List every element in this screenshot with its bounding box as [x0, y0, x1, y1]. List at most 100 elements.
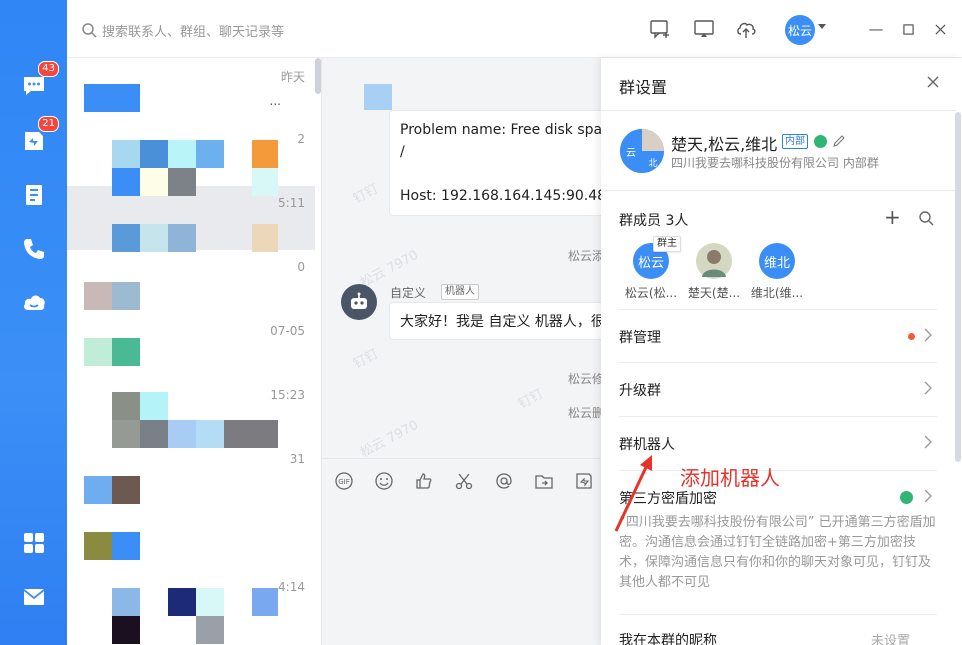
mail-icon: [23, 589, 45, 605]
scrollbar[interactable]: [955, 112, 961, 462]
member[interactable]: 维北 维北(维...: [745, 243, 809, 301]
panel-title: 群设置: [619, 78, 668, 97]
system-message: 松云删: [568, 406, 602, 420]
gif-icon[interactable]: GIF: [334, 471, 354, 491]
annotation-text: 添加机器人: [680, 466, 780, 490]
list-item[interactable]: 07-05: [67, 314, 315, 378]
cloud-upload-icon[interactable]: [735, 18, 757, 40]
list-item[interactable]: 昨天 ...: [67, 58, 315, 122]
list-item[interactable]: 4:14: [67, 570, 315, 644]
maximize-button[interactable]: [899, 20, 917, 38]
svg-text:GIF: GIF: [338, 478, 350, 486]
close-icon: [934, 23, 946, 35]
member-name: 维北(维...: [750, 286, 804, 300]
phone-icon: [24, 239, 44, 259]
conv-time: 0: [297, 260, 305, 274]
messages-badge: 43: [38, 61, 59, 77]
robot-message[interactable]: 大家好！我是 自定义 机器人，很: [389, 302, 602, 340]
list-item[interactable]: 15:23: [67, 378, 315, 448]
watermark: 钉钉: [350, 181, 381, 207]
watermark: 钉钉: [515, 386, 546, 412]
chevron-right-icon: [924, 435, 932, 449]
user-avatar[interactable]: 松云: [785, 15, 815, 45]
workbench-icon: [26, 185, 42, 205]
left-rail: 43 21: [0, 0, 67, 645]
row-label: 群管理: [619, 330, 661, 346]
divider: [601, 190, 956, 191]
message-line: Host: 192.168.164.145:90.48 %: [400, 188, 602, 204]
chevron-right-icon: [924, 381, 932, 395]
sender-avatar: [364, 84, 392, 110]
rail-apps-button[interactable]: [17, 526, 51, 560]
conv-time: 5:11: [278, 196, 305, 210]
scrollbar[interactable]: [315, 58, 321, 94]
conv-time: 15:23: [270, 388, 305, 402]
cloud-icon: [24, 295, 45, 310]
rail-workbench-button[interactable]: [17, 178, 51, 212]
member[interactable]: 楚天(楚...: [682, 243, 746, 301]
conv-preview: ...: [269, 94, 281, 108]
system-message: 松云添: [568, 249, 602, 263]
divider: [619, 614, 937, 615]
top-bar: 搜索联系人、群组、聊天记录等 松云 —: [67, 0, 962, 58]
upgrade-group-row[interactable]: 升级群: [619, 363, 937, 415]
chat-area: 钉钉 松云 7970 钉钉 松云 7970 钉钉 Problem name: F…: [322, 58, 602, 645]
scissors-icon[interactable]: [454, 471, 474, 491]
nickname-value[interactable]: 未设置: [871, 630, 910, 645]
search-box[interactable]: 搜索联系人、群组、聊天记录等: [81, 19, 321, 41]
list-item[interactable]: [67, 506, 315, 570]
rail-mail-button[interactable]: [17, 580, 51, 614]
list-item[interactable]: 5:11: [67, 168, 315, 252]
divider: [601, 110, 956, 111]
message-line: /: [400, 144, 405, 160]
watermark: 松云 7970: [358, 417, 421, 461]
close-button[interactable]: [931, 20, 949, 38]
group-manage-row[interactable]: 群管理: [619, 310, 937, 362]
rail-cloud-button[interactable]: [17, 286, 51, 320]
search-icon[interactable]: [918, 210, 934, 226]
folder-send-icon[interactable]: [534, 471, 554, 491]
ding-badge: 21: [38, 116, 59, 132]
avatar: [696, 243, 732, 279]
message-input[interactable]: [322, 502, 602, 645]
list-item[interactable]: 0: [67, 250, 315, 314]
watermark: 钉钉: [350, 346, 381, 372]
search-placeholder: 搜索联系人、群组、聊天记录等: [102, 24, 285, 40]
notification-dot: [908, 333, 915, 340]
rail-phone-button[interactable]: [17, 232, 51, 266]
rail-ding-button[interactable]: 21: [17, 116, 59, 158]
ding-send-icon[interactable]: [574, 471, 594, 491]
chevron-right-icon: [924, 328, 932, 342]
rail-messages-button[interactable]: 43: [17, 61, 59, 103]
owner-badge: 群主: [653, 236, 681, 252]
robot-icon: [351, 292, 367, 309]
robot-badge: 机器人: [441, 284, 479, 300]
chevron-down-icon[interactable]: [818, 24, 826, 29]
mention-icon[interactable]: [494, 471, 514, 491]
chevron-right-icon: [924, 489, 932, 503]
list-item[interactable]: 31: [67, 442, 315, 506]
group-org: 四川我要去哪科技股份有限公司 内部群: [671, 156, 879, 170]
minimize-button[interactable]: —: [867, 20, 885, 38]
emoji-icon[interactable]: [374, 471, 394, 491]
members-label: 群成员 3人: [619, 213, 689, 229]
chat-toolbar: GIF: [322, 458, 602, 502]
alert-message[interactable]: Problem name: Free disk space / Host: 19…: [389, 110, 602, 216]
conv-time: 4:14: [278, 580, 305, 594]
screen-share-icon[interactable]: [693, 18, 715, 40]
internal-badge: 内部: [782, 134, 808, 149]
member-name: 松云(松...: [624, 286, 678, 300]
group-name: 楚天,松云,维北: [671, 135, 778, 154]
person-photo-icon: [702, 250, 726, 277]
conv-time: 2: [297, 132, 305, 146]
thumbs-up-icon[interactable]: [414, 471, 434, 491]
system-message: 松云修: [568, 372, 602, 386]
conversation-list: 昨天 ... 2 5:11 0 07-05 15:23 31 4:14: [67, 58, 322, 645]
verified-icon: [900, 491, 913, 504]
add-member-button[interactable]: +: [884, 207, 901, 227]
verified-icon: [814, 135, 827, 148]
edit-icon[interactable]: [832, 134, 846, 148]
close-icon[interactable]: [927, 76, 939, 88]
new-chat-icon[interactable]: [649, 18, 671, 40]
member-name: 楚天(楚...: [687, 286, 741, 300]
